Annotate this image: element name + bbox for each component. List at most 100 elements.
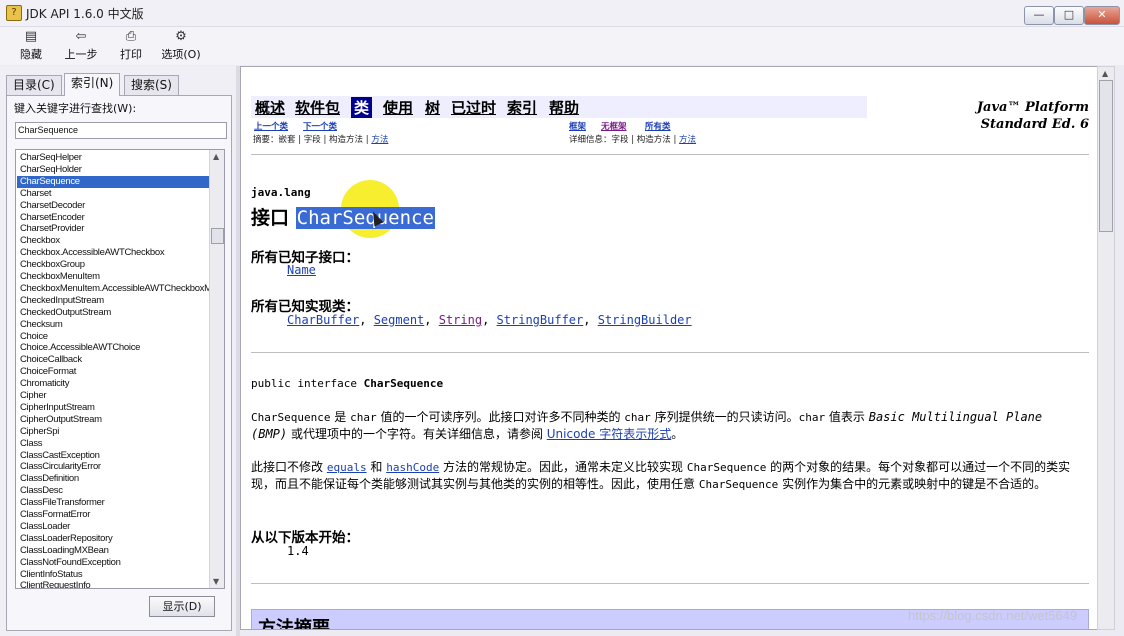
close-button[interactable]: ✕: [1084, 6, 1120, 25]
list-item[interactable]: CharSeqHolder: [20, 164, 82, 176]
summary-row: 摘要：嵌套 | 字段 | 构造方法 | 方法: [253, 133, 388, 145]
nav-tree[interactable]: 树: [425, 97, 440, 118]
interface-prefix: 接口: [251, 207, 290, 229]
list-item[interactable]: ClassDesc: [20, 485, 63, 497]
list-item[interactable]: ClassLoader: [20, 521, 70, 533]
summary-prefix: 摘要：嵌套 | 字段 | 构造方法 |: [253, 135, 372, 145]
list-item[interactable]: CheckboxGroup: [20, 259, 85, 271]
list-item[interactable]: CipherInputStream: [20, 402, 95, 414]
nav-deprecated[interactable]: 已过时: [451, 97, 496, 118]
list-item[interactable]: ClassLoaderRepository: [20, 533, 113, 545]
list-item[interactable]: Class: [20, 438, 43, 450]
document-scroll-thumb[interactable]: [1099, 80, 1113, 232]
list-item[interactable]: ChoiceCallback: [20, 354, 82, 366]
subinterfaces-list: Name: [287, 263, 316, 277]
detail-method-link[interactable]: 方法: [679, 135, 696, 145]
divider: [251, 583, 1089, 584]
scroll-up-icon[interactable]: ▲: [1102, 69, 1108, 78]
toolbar: ▤ 隐藏 ⇦ 上一步 ⎙ 打印 ⚙ 选项(O): [0, 27, 1124, 65]
tab-contents[interactable]: 目录(C): [6, 75, 62, 95]
platform-line-2: Standard Ed. 6: [980, 117, 1089, 132]
list-item[interactable]: Chromaticity: [20, 378, 70, 390]
list-item[interactable]: CharsetProvider: [20, 223, 84, 235]
summary-method-link[interactable]: 方法: [371, 135, 388, 145]
impl-link-segment[interactable]: Segment: [374, 313, 425, 327]
no-frames-link[interactable]: 无框架: [601, 120, 627, 132]
list-item[interactable]: CheckedOutputStream: [20, 307, 111, 319]
top-nav-bar: 概述 软件包 类 使用 树 已过时 索引 帮助: [251, 96, 867, 118]
print-label: 打印: [120, 48, 142, 61]
options-button[interactable]: ⚙ 选项(O): [156, 29, 206, 62]
list-item[interactable]: ClassFormatError: [20, 509, 90, 521]
impl-link-charbuffer[interactable]: CharBuffer: [287, 313, 359, 327]
list-item[interactable]: CipherOutputStream: [20, 414, 102, 426]
impl-link-string[interactable]: String: [439, 313, 482, 327]
list-item[interactable]: CheckboxMenuItem: [20, 271, 100, 283]
list-item[interactable]: Checkbox.AccessibleAWTCheckbox: [20, 247, 165, 259]
list-item[interactable]: ClassNotFoundException: [20, 557, 121, 569]
document-pane: 概述 软件包 类 使用 树 已过时 索引 帮助 Java™ Platform S…: [240, 66, 1098, 630]
list-item[interactable]: Charset: [20, 188, 51, 200]
keyword-input[interactable]: CharSequence: [15, 122, 227, 139]
list-item[interactable]: Checksum: [20, 319, 63, 331]
list-item[interactable]: Choice.AccessibleAWTChoice: [20, 342, 140, 354]
unicode-representation-link[interactable]: Unicode 字符表示形式: [547, 427, 671, 441]
index-list[interactable]: CharSeqHelper CharSeqHolder CharSequence Ch…: [15, 149, 225, 589]
prev-class-link[interactable]: 上一个类: [254, 120, 288, 132]
nav-help[interactable]: 帮助: [549, 97, 579, 118]
tab-index[interactable]: 索引(N): [64, 73, 121, 96]
list-item[interactable]: ClientRequestInfo: [20, 580, 91, 588]
list-item[interactable]: ClientInfoStatus: [20, 569, 83, 581]
nav-package[interactable]: 软件包: [295, 97, 340, 118]
document-scrollbar[interactable]: ▲: [1097, 66, 1115, 630]
list-item[interactable]: Cipher: [20, 390, 46, 402]
list-item[interactable]: CheckboxMenuItem.AccessibleAWTCheckboxM: [20, 283, 212, 295]
index-list-scroll-thumb[interactable]: [211, 228, 224, 244]
print-button[interactable]: ⎙ 打印: [106, 29, 156, 62]
interface-name: CharSequence: [295, 207, 435, 229]
list-item[interactable]: ClassCircularityError: [20, 461, 101, 473]
declaration: public interface CharSequence: [251, 377, 443, 390]
frames-link[interactable]: 框架: [569, 120, 586, 132]
watermark: https://blog.csdn.net/wet5649: [908, 608, 1078, 623]
impl-link-stringbuffer[interactable]: StringBuffer: [497, 313, 584, 327]
impl-link-stringbuilder[interactable]: StringBuilder: [598, 313, 692, 327]
list-item[interactable]: ClassLoadingMXBean: [20, 545, 109, 557]
equals-link[interactable]: equals: [327, 461, 367, 474]
nav-overview[interactable]: 概述: [255, 97, 285, 118]
list-item[interactable]: CharsetEncoder: [20, 212, 85, 224]
list-item[interactable]: Choice: [20, 331, 48, 343]
hide-button[interactable]: ▤ 隐藏: [6, 29, 56, 62]
scroll-down-icon[interactable]: ▼: [213, 577, 219, 586]
list-item[interactable]: CheckedInputStream: [20, 295, 104, 307]
tab-search[interactable]: 搜索(S): [124, 75, 179, 95]
back-arrow-icon: ⇦: [75, 29, 87, 44]
keyword-label: 键入关键字进行查找(W):: [14, 102, 137, 115]
index-list-scrollbar[interactable]: ▲ ▼: [209, 150, 224, 588]
hashcode-link[interactable]: hashCode: [386, 461, 439, 474]
since-title: 从以下版本开始：: [251, 530, 359, 546]
maximize-button[interactable]: □: [1054, 6, 1084, 25]
list-item[interactable]: CharSeqHelper: [20, 152, 82, 164]
hide-label: 隐藏: [20, 48, 42, 61]
list-item[interactable]: Checkbox: [20, 235, 60, 247]
back-button[interactable]: ⇦ 上一步: [56, 29, 106, 62]
list-item[interactable]: CharsetDecoder: [20, 200, 85, 212]
divider: [251, 154, 1089, 155]
detail-prefix: 详细信息：字段 | 构造方法 |: [569, 135, 680, 145]
list-item[interactable]: CipherSpi: [20, 426, 59, 438]
next-class-link[interactable]: 下一个类: [303, 120, 337, 132]
all-classes-link[interactable]: 所有类: [645, 120, 671, 132]
list-item[interactable]: ClassCastException: [20, 450, 100, 462]
nav-index[interactable]: 索引: [507, 97, 537, 118]
list-item[interactable]: ClassFileTransformer: [20, 497, 105, 509]
options-icon: ⚙: [175, 29, 187, 44]
subinterface-link[interactable]: Name: [287, 263, 316, 277]
minimize-button[interactable]: —: [1024, 6, 1054, 25]
list-item[interactable]: ClassDefinition: [20, 473, 79, 485]
scroll-up-icon[interactable]: ▲: [213, 152, 219, 161]
nav-use[interactable]: 使用: [383, 97, 413, 118]
list-item[interactable]: ChoiceFormat: [20, 366, 76, 378]
list-item[interactable]: CharSequence: [17, 175, 210, 188]
display-button[interactable]: 显示(D): [149, 596, 215, 617]
